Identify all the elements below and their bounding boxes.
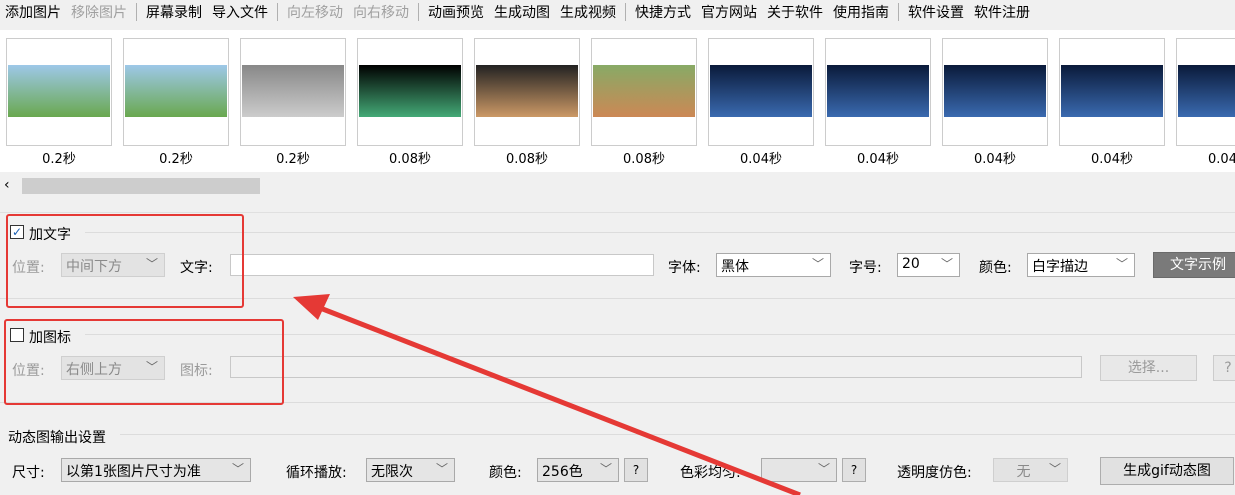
annotation-arrow (293, 294, 801, 495)
